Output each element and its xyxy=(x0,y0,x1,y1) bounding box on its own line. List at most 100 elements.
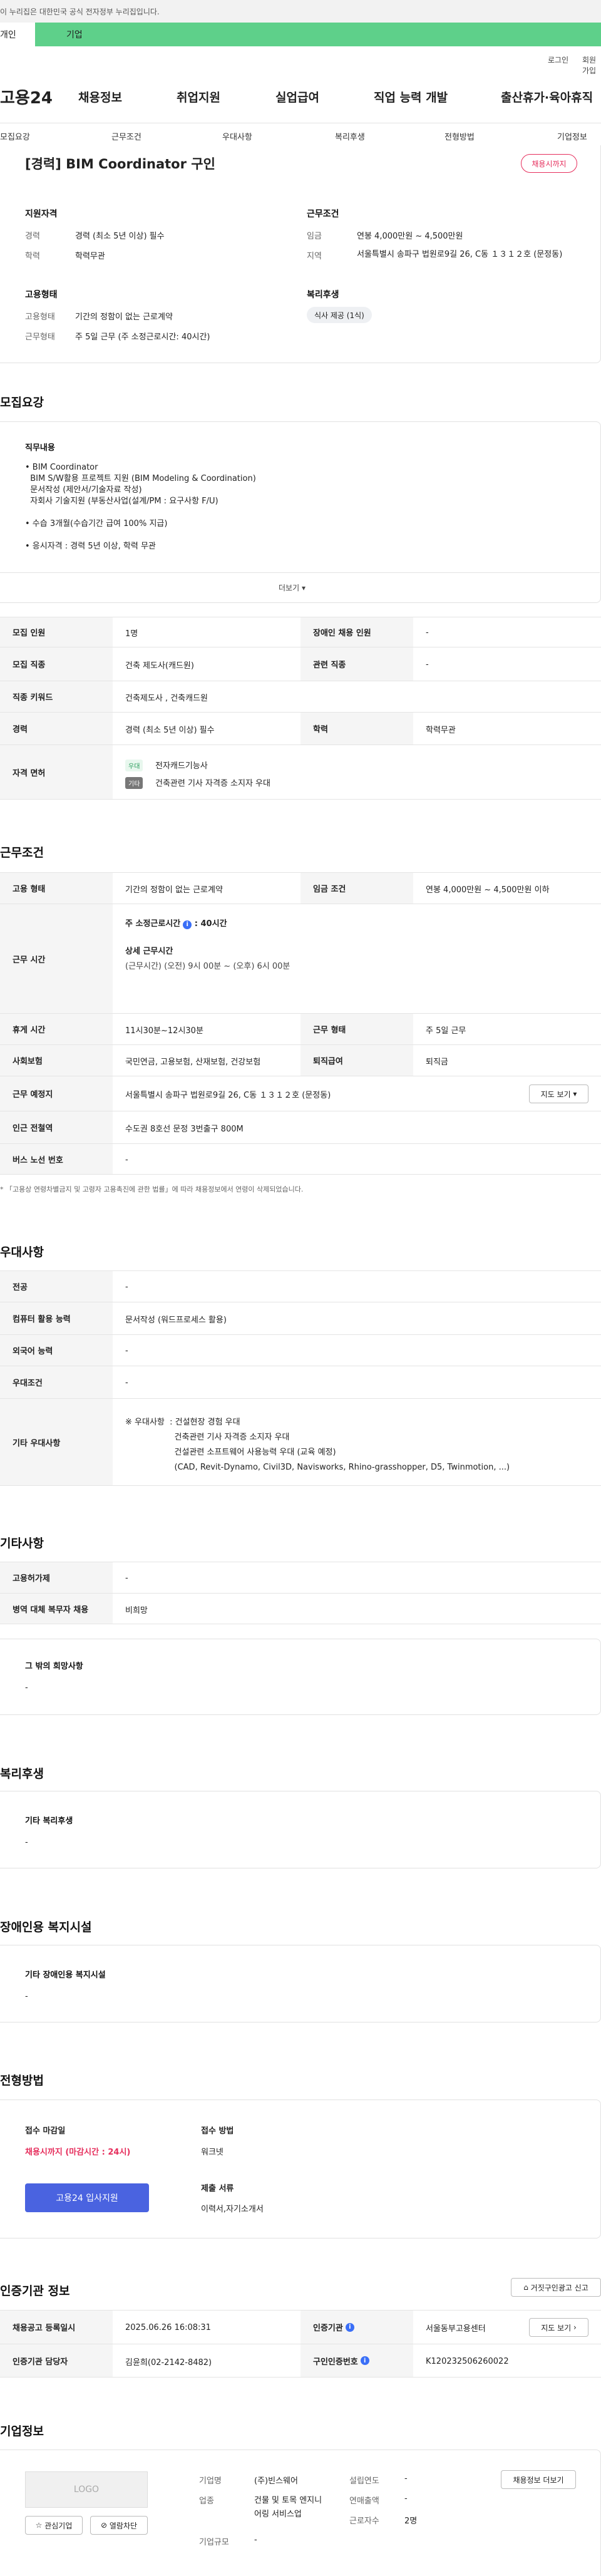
cert-map-button[interactable]: 지도 보기 › xyxy=(529,2318,588,2337)
cond-section-title: 근무조건 xyxy=(307,209,339,219)
pref-etc-content: ※ 우대사항 : 건설현장 경험 우대 건축관련 기사 자격증 소지자 우대 건… xyxy=(125,1418,510,1472)
page: 이 누리집은 대한민국 공식 전자정부 누리집입니다. 개인 기업 로그인 회원… xyxy=(0,0,601,2576)
cell-label: 전공 xyxy=(0,1271,113,1302)
table-row: 고용허가제 - xyxy=(0,1562,601,1593)
cell-label: 버스 노선 번호 xyxy=(0,1144,113,1174)
cell-label: 임금 조건 xyxy=(300,873,413,904)
cell-label: 인증기관 i xyxy=(300,2311,413,2344)
info-icon[interactable]: i xyxy=(345,2322,354,2332)
gnb-recruit[interactable]: 채용정보 xyxy=(78,88,122,105)
cell-value: 학력무관 xyxy=(426,725,456,735)
cell-label: 경력 xyxy=(0,713,113,744)
map-button[interactable]: 지도 보기 ▾ xyxy=(529,1084,588,1103)
company-jobs-button[interactable]: 채용정보 더보기 xyxy=(501,2470,576,2489)
duty-box: 직무내용 • BIM Coordinator BIM S/W활용 프로젝트 지원… xyxy=(0,421,601,603)
cell-label: 퇴직급여 xyxy=(300,1045,413,1076)
table-row: 인증기관 담당자 김윤희(02-2142-8482) 구인인증번호 i K1202… xyxy=(0,2344,601,2378)
qual-val-career: 경력 (최소 5년 이상) 필수 xyxy=(75,232,165,241)
info-icon[interactable]: i xyxy=(183,920,192,929)
subnav-process[interactable]: 전형방법 xyxy=(444,130,475,142)
cell-value: 1명 xyxy=(125,629,138,639)
tab-personal[interactable]: 개인 xyxy=(0,23,35,46)
cell-label: 고용허가제 xyxy=(0,1562,113,1593)
gnb-training[interactable]: 직업 능력 개발 xyxy=(374,88,448,105)
star-icon: ☆ xyxy=(35,2521,43,2530)
sales-label: 연매출액 xyxy=(349,2496,379,2506)
pref-tag: 우대 xyxy=(125,760,143,771)
table-row: 외국어 능력 - xyxy=(0,1334,601,1366)
hours-detail-label: 상세 근무시간 xyxy=(125,947,173,956)
cond-val-wage: 연봉 4,000만원 ~ 4,500만원 xyxy=(357,232,463,241)
cell-value: 김윤희(02-2142-8482) xyxy=(125,2357,212,2367)
cell-value: 비희망 xyxy=(125,1605,148,1615)
cell-value: - xyxy=(125,1282,128,1292)
summary-card: [경력] BIM Coordinator 구인 채용시까지 지원자격 경력 경력… xyxy=(0,145,601,363)
subnav-welfare[interactable]: 복리후생 xyxy=(335,130,365,142)
login-link[interactable]: 로그인 xyxy=(548,54,568,65)
tab-company[interactable]: 기업 xyxy=(35,23,601,46)
company-box: LOGO ☆ 관심기업 ⊘ 열람차단 기업명 (주)빈스웨어 업종 건물 및 토… xyxy=(0,2450,601,2576)
table-row: 병역 대체 복무자 채용 비희망 xyxy=(0,1593,601,1624)
cell-value: 건축제도사 , 건축캐드원 xyxy=(125,693,208,703)
apply-button[interactable]: 고용24 입사지원 xyxy=(25,2183,149,2212)
table-row: 근무 시간 주 소정근로시간 i : 40시간 상세 근무시간 (근무시간) (오… xyxy=(0,904,601,1013)
gnb-unemployment[interactable]: 실업급여 xyxy=(275,88,319,105)
other-box-value: - xyxy=(25,1683,28,1692)
industry-value: 건물 및 토목 엔지니어링 서비스업 xyxy=(254,2496,322,2519)
cell-label: 직종 키워드 xyxy=(0,681,113,712)
fav-button[interactable]: ☆ 관심기업 xyxy=(25,2516,83,2535)
hours-detail: (근무시간) (오전) 9시 00분 ~ (오후) 6시 00분 xyxy=(125,962,290,971)
welfare-section-title: 복리후생 xyxy=(307,290,339,300)
block-button[interactable]: ⊘ 열람차단 xyxy=(90,2516,148,2535)
info-icon[interactable]: i xyxy=(360,2356,369,2365)
docs-value: 이력서,자기소개서 xyxy=(201,2205,264,2214)
cell-label: 근무 형태 xyxy=(300,1014,413,1044)
cell-value: 주 5일 근무 xyxy=(426,1026,466,1036)
table-row: 근무 예정지 서울특별시 송파구 법원로9길 26, C동 １３１２호 (문정동… xyxy=(0,1076,601,1111)
subnav-recruit[interactable]: 모집요강 xyxy=(0,130,30,142)
method-value: 워크넷 xyxy=(201,2148,223,2157)
cell-value: 서울동부고용센터 xyxy=(426,2324,486,2334)
emp-section-title: 고용형태 xyxy=(25,290,58,300)
qual-val-edu: 학력무관 xyxy=(75,252,105,261)
table-row: 전공 - xyxy=(0,1270,601,1302)
subnav-company[interactable]: 기업정보 xyxy=(557,130,587,142)
report-icon: ⌂ xyxy=(523,2283,528,2292)
process-title: 전형방법 xyxy=(0,2074,44,2088)
subnav-pref[interactable]: 우대사항 xyxy=(222,130,252,142)
gnb-leave[interactable]: 출산휴가·육아휴직 xyxy=(501,88,593,105)
brand-logo[interactable]: 고용24 xyxy=(0,85,53,108)
chevron-down-icon: ▾ xyxy=(573,1090,577,1098)
table-row: 경력 경력 (최소 5년 이상) 필수 학력 학력무관 xyxy=(0,712,601,744)
report-button[interactable]: ⌂ 거짓구인광고 신고 xyxy=(511,2278,601,2297)
cell-value: - xyxy=(426,627,429,637)
cell-label: 학력 xyxy=(300,713,413,744)
welfare-tag: 식사 제공 (1식) xyxy=(307,307,372,323)
gnb-employment-support[interactable]: 취업지원 xyxy=(177,88,220,105)
cell-label: 구인인증번호 i xyxy=(300,2344,413,2377)
pref-title: 우대사항 xyxy=(0,1245,44,1259)
cell-value: 기간의 정함이 없는 근로계약 xyxy=(125,885,223,895)
subnav-work[interactable]: 근무조건 xyxy=(111,130,141,142)
cell-label: 관련 직종 xyxy=(300,647,413,681)
welfare-box-title: 기타 복리후생 xyxy=(25,1816,73,1826)
process-box: 접수 마감일 채용시까지 (마감시간 : 24시) 고용24 입사지원 접수 방… xyxy=(0,2099,601,2239)
cell-label: 컴퓨터 활용 능력 xyxy=(0,1302,113,1334)
disabled-box: 기타 장애인용 복지시설 - xyxy=(0,1945,601,2022)
disabled-box-value: - xyxy=(25,1992,28,2001)
method-label: 접수 방법 xyxy=(201,2126,234,2136)
company-title: 기업정보 xyxy=(0,2424,44,2438)
cell-value: 경력 (최소 5년 이상) 필수 xyxy=(125,725,215,735)
table-row: 버스 노선 번호 - xyxy=(0,1143,601,1175)
table-row: 채용공고 등록일시 2025.06.26 16:08:31 인증기관 i 서울동부… xyxy=(0,2310,601,2344)
cell-value: K120232506260022 xyxy=(426,2356,509,2366)
qual-section-title: 지원자격 xyxy=(25,209,58,219)
employees-value: 2명 xyxy=(404,2517,418,2526)
work-title: 근무조건 xyxy=(0,846,44,860)
signup-link[interactable]: 회원가입 xyxy=(582,54,601,76)
more-button[interactable]: 더보기 ▾ xyxy=(279,582,306,593)
table-row: 자격 면허 우대 전자캐드기능사 기타 건축관련 기사 자격증 소지자 우대 xyxy=(0,744,601,800)
deadline-value: 채용시까지 (마감시간 : 24시) xyxy=(25,2148,131,2157)
cell-value: 건축 제도사(캐드원) xyxy=(125,661,194,671)
employees-label: 근로자수 xyxy=(349,2517,379,2526)
